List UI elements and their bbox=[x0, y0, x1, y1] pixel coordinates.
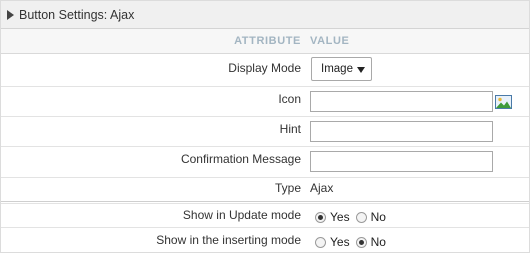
icon-input[interactable] bbox=[310, 91, 493, 112]
type-value: Ajax bbox=[310, 181, 334, 195]
column-header-row: ATTRIBUTE VALUE bbox=[1, 29, 529, 54]
inserting-mode-yes-radio[interactable] bbox=[315, 236, 326, 248]
inserting-mode-yes-label: Yes bbox=[330, 235, 350, 249]
confirmation-message-label: Confirmation Message bbox=[180, 152, 301, 166]
type-label: Type bbox=[274, 181, 301, 195]
dropdown-caret-icon bbox=[357, 67, 365, 73]
value-column-header: VALUE bbox=[310, 35, 350, 47]
show-in-update-mode-label: Show in Update mode bbox=[182, 208, 301, 222]
show-in-update-mode-radio-group: Yes No bbox=[315, 210, 392, 224]
hint-row: Hint bbox=[1, 117, 529, 147]
icon-label: Icon bbox=[278, 92, 301, 106]
type-row: Type Ajax bbox=[1, 178, 529, 202]
show-in-inserting-mode-row: Show in the inserting mode Yes No bbox=[1, 228, 529, 253]
update-mode-no-radio[interactable] bbox=[355, 211, 367, 223]
show-in-update-mode-row: Show in Update mode Yes No bbox=[1, 203, 529, 228]
display-mode-selected-value: Image bbox=[321, 63, 353, 75]
hint-label: Hint bbox=[279, 122, 301, 136]
show-in-inserting-mode-radio-group: Yes No bbox=[315, 235, 392, 249]
image-icon[interactable] bbox=[495, 95, 512, 109]
hint-input[interactable] bbox=[310, 121, 493, 142]
inserting-mode-no-label: No bbox=[370, 235, 386, 249]
display-mode-label: Display Mode bbox=[228, 61, 301, 75]
update-mode-no-label: No bbox=[370, 210, 386, 224]
button-settings-panel: Button Settings: Ajax ATTRIBUTE VALUE Di… bbox=[0, 0, 530, 253]
inserting-mode-no-radio[interactable] bbox=[355, 236, 367, 248]
confirmation-message-row: Confirmation Message bbox=[1, 147, 529, 178]
panel-header[interactable]: Button Settings: Ajax bbox=[1, 1, 529, 29]
update-mode-no-option[interactable]: No bbox=[355, 210, 386, 224]
display-mode-select[interactable]: Image bbox=[311, 57, 372, 81]
display-mode-row: Display Mode Image bbox=[1, 54, 529, 87]
panel-title: Button Settings: Ajax bbox=[19, 7, 135, 22]
confirmation-message-input[interactable] bbox=[310, 151, 493, 172]
inserting-mode-yes-option[interactable]: Yes bbox=[315, 235, 350, 249]
update-mode-yes-label: Yes bbox=[330, 210, 350, 224]
collapse-arrow-icon[interactable] bbox=[7, 9, 14, 20]
update-mode-yes-option[interactable]: Yes bbox=[315, 210, 350, 224]
inserting-mode-no-option[interactable]: No bbox=[355, 235, 386, 249]
update-mode-yes-radio[interactable] bbox=[315, 211, 326, 223]
icon-row: Icon bbox=[1, 87, 529, 117]
attribute-column-header: ATTRIBUTE bbox=[234, 35, 301, 47]
show-in-inserting-mode-label: Show in the inserting mode bbox=[156, 233, 301, 247]
